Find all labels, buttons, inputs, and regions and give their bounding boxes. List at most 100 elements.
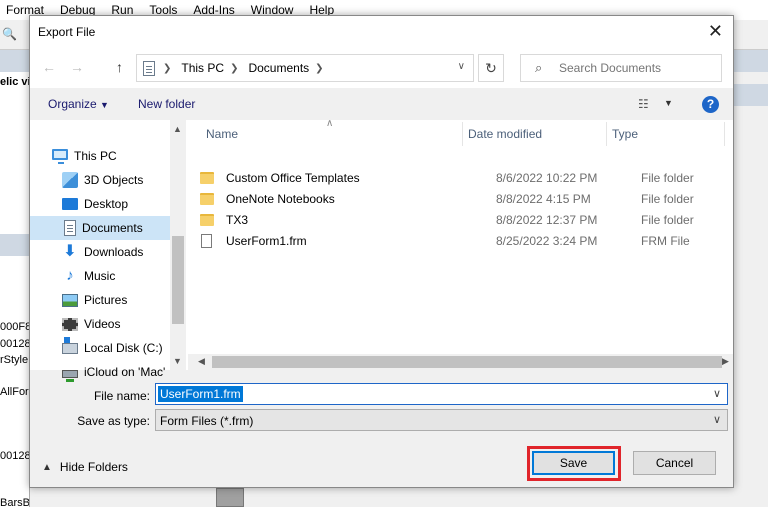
scroll-left-icon[interactable]: ◀ bbox=[198, 356, 205, 367]
column-divider[interactable] bbox=[606, 122, 607, 146]
forward-arrow-icon[interactable]: → bbox=[70, 59, 84, 75]
background-text: 00128 bbox=[0, 450, 30, 462]
file-type: FRM File bbox=[641, 233, 690, 248]
scroll-right-icon[interactable]: ▶ bbox=[722, 356, 729, 367]
navigation-pane: This PC 3D Objects Desktop Documents ⬇ D… bbox=[30, 120, 188, 382]
nav-item-this-pc[interactable]: This PC bbox=[30, 144, 170, 168]
nav-item-desktop[interactable]: Desktop bbox=[30, 192, 170, 216]
dialog-title-bar: Export File ✕ bbox=[30, 16, 733, 48]
column-divider[interactable] bbox=[462, 122, 463, 146]
file-type: File folder bbox=[641, 170, 694, 185]
file-name: UserForm1.frm bbox=[226, 233, 307, 248]
background-text: rStyle bbox=[0, 354, 29, 366]
nav-item-documents[interactable]: Documents bbox=[30, 216, 170, 240]
nav-item-local-disk[interactable]: Local Disk (C:) bbox=[30, 336, 170, 360]
background-band bbox=[0, 234, 29, 256]
file-name-field[interactable]: UserForm1.frm ∨ bbox=[155, 383, 728, 405]
file-row[interactable]: Custom Office Templates 8/6/2022 10:22 P… bbox=[200, 167, 728, 188]
hide-folders-toggle[interactable]: ▲ Hide Folders bbox=[42, 460, 128, 474]
background-text: elic vi bbox=[0, 76, 30, 88]
file-date: 8/8/2022 12:37 PM bbox=[496, 212, 598, 227]
file-row[interactable]: OneNote Notebooks 8/8/2022 4:15 PM File … bbox=[200, 188, 728, 209]
column-header-name[interactable]: Name bbox=[206, 120, 238, 148]
refresh-icon: ↻ bbox=[485, 60, 497, 76]
nav-item-pictures[interactable]: Pictures bbox=[30, 288, 170, 312]
file-name-label: File name: bbox=[93, 389, 150, 403]
save-as-type-label: Save as type: bbox=[77, 414, 150, 428]
chevron-down-icon[interactable]: ∨ bbox=[713, 387, 721, 400]
file-name-value[interactable]: UserForm1.frm bbox=[158, 386, 243, 402]
nav-item-label: Documents bbox=[82, 221, 143, 235]
pictures-icon bbox=[62, 293, 78, 307]
file-date: 8/8/2022 4:15 PM bbox=[496, 191, 591, 206]
folder-icon bbox=[200, 213, 214, 226]
network-drive-icon bbox=[62, 370, 78, 382]
chevron-down-icon[interactable]: ∨ bbox=[713, 413, 721, 426]
breadcrumb-this-pc[interactable]: This PC bbox=[181, 61, 224, 75]
column-header-date[interactable]: Date modified bbox=[468, 120, 542, 148]
scroll-up-icon[interactable]: ▲ bbox=[173, 124, 182, 134]
scrollbar-thumb[interactable] bbox=[212, 356, 722, 368]
save-as-type-select[interactable]: Form Files (*.frm) ∨ bbox=[155, 409, 728, 431]
cancel-button[interactable]: Cancel bbox=[633, 451, 716, 475]
breadcrumb-documents[interactable]: Documents bbox=[248, 61, 309, 75]
nav-item-label: Videos bbox=[84, 317, 121, 331]
nav-item-music[interactable]: ♪ Music bbox=[30, 264, 170, 288]
file-list-scrollbar[interactable]: ◀ ▶ bbox=[188, 354, 733, 370]
nav-item-icloud[interactable]: iCloud on 'Mac' bbox=[30, 360, 170, 384]
file-type: File folder bbox=[641, 191, 694, 206]
organize-button[interactable]: Organize ▼ bbox=[48, 97, 109, 111]
column-header-type[interactable]: Type bbox=[612, 120, 638, 148]
search-box[interactable]: ⌕ bbox=[520, 54, 722, 82]
close-icon[interactable]: ✕ bbox=[708, 21, 723, 42]
nav-item-label: iCloud on 'Mac' bbox=[84, 365, 166, 379]
file-row[interactable]: TX3 8/8/2022 12:37 PM File folder bbox=[200, 209, 728, 230]
file-name: Custom Office Templates bbox=[226, 170, 360, 185]
nav-item-downloads[interactable]: ⬇ Downloads bbox=[30, 240, 170, 264]
folder-icon bbox=[200, 171, 214, 184]
file-date: 8/6/2022 10:22 PM bbox=[496, 170, 598, 185]
command-bar: Organize ▼ New folder ☷ ▼ ? bbox=[30, 88, 733, 120]
chevron-right-icon[interactable]: ❯ bbox=[163, 63, 171, 74]
chevron-right-icon[interactable]: ❯ bbox=[230, 63, 238, 74]
nav-item-videos[interactable]: Videos bbox=[30, 312, 170, 336]
new-folder-button[interactable]: New folder bbox=[138, 97, 195, 111]
nav-item-label: Pictures bbox=[84, 293, 128, 307]
videos-icon bbox=[62, 317, 78, 331]
scrollbar-thumb[interactable] bbox=[172, 236, 184, 324]
address-bar[interactable]: ❯ This PC ❯ Documents ❯ ∨ bbox=[136, 54, 474, 82]
organize-label: Organize bbox=[48, 97, 97, 111]
nav-item-3d-objects[interactable]: 3D Objects bbox=[30, 168, 170, 192]
help-icon[interactable]: ? bbox=[702, 96, 719, 113]
caret-up-icon: ▲ bbox=[42, 461, 52, 473]
file-row[interactable]: UserForm1.frm 8/25/2022 3:24 PM FRM File bbox=[200, 230, 728, 251]
background-left-pane: elic vi 000F8 00128 rStyle AllForm 00128… bbox=[0, 50, 30, 507]
music-icon: ♪ bbox=[66, 267, 74, 284]
chevron-down-icon[interactable]: ∨ bbox=[458, 61, 465, 72]
chevron-right-icon[interactable]: ❯ bbox=[315, 63, 323, 74]
background-text: BarsBoth bbox=[0, 497, 30, 507]
file-icon bbox=[201, 233, 212, 248]
view-options-icon[interactable]: ☷ bbox=[638, 97, 649, 111]
scroll-down-icon[interactable]: ▼ bbox=[173, 356, 182, 366]
nav-item-label: This PC bbox=[74, 149, 117, 163]
up-arrow-icon[interactable]: ↑ bbox=[116, 59, 123, 75]
download-icon: ⬇ bbox=[63, 243, 77, 260]
file-type: File folder bbox=[641, 212, 694, 227]
nav-item-label: Music bbox=[84, 269, 116, 283]
nav-item-label: Downloads bbox=[84, 245, 144, 259]
column-divider[interactable] bbox=[724, 122, 725, 146]
save-as-type-value: Form Files (*.frm) bbox=[160, 414, 254, 428]
binoculars-icon[interactable]: 🔍 bbox=[2, 27, 17, 41]
navigation-row: ← → ↑ ❯ This PC ❯ Documents ❯ ∨ ↻ ⌕ bbox=[30, 48, 733, 88]
search-input[interactable] bbox=[559, 60, 709, 76]
save-button[interactable]: Save bbox=[532, 451, 615, 475]
background-band bbox=[734, 84, 768, 106]
file-list-pane: ∧ Name Date modified Type Custom Office … bbox=[188, 118, 733, 370]
back-arrow-icon[interactable]: ← bbox=[42, 59, 56, 75]
refresh-button[interactable]: ↻ bbox=[478, 54, 504, 82]
sort-ascending-icon: ∧ bbox=[326, 118, 334, 129]
nav-pane-scrollbar[interactable]: ▲ ▼ bbox=[170, 120, 186, 370]
file-name: TX3 bbox=[226, 212, 249, 227]
view-dropdown-icon[interactable]: ▼ bbox=[664, 98, 673, 108]
